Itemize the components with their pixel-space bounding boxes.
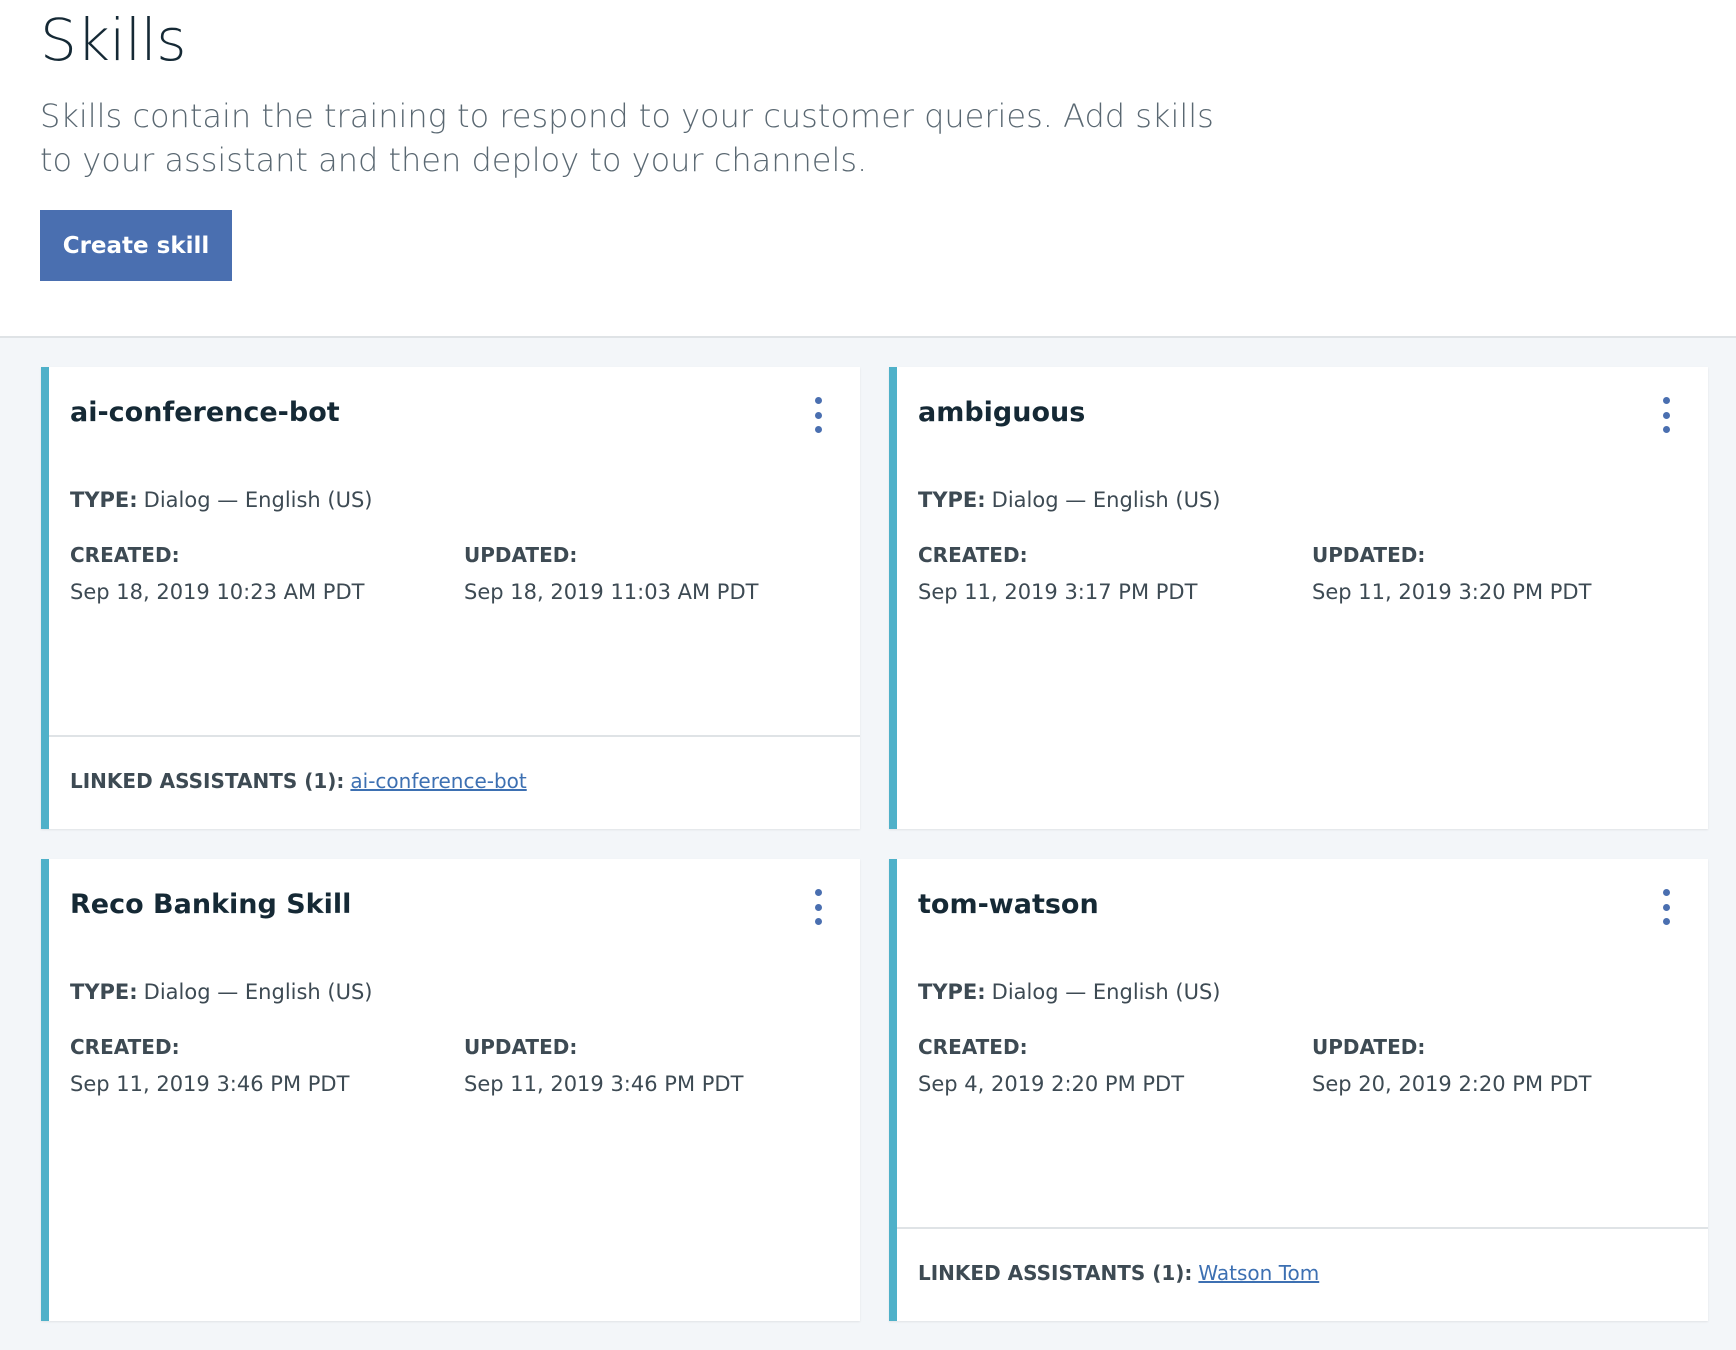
overflow-menu-icon[interactable] — [1656, 887, 1676, 927]
updated-value: Sep 11, 2019 3:20 PM PDT — [1312, 580, 1592, 604]
type-label: TYPE: — [918, 980, 986, 1004]
updated-label: UPDATED: — [1312, 543, 1426, 567]
updated-label: UPDATED: — [464, 1035, 578, 1059]
skill-name[interactable]: ai-conference-bot — [70, 397, 340, 428]
overflow-menu-icon[interactable] — [808, 395, 828, 435]
updated-value: Sep 18, 2019 11:03 AM PDT — [464, 580, 759, 604]
linked-assistant-link[interactable]: Watson Tom — [1198, 1261, 1319, 1285]
skill-name[interactable]: tom-watson — [918, 889, 1099, 920]
type-label: TYPE: — [70, 980, 138, 1004]
created-label: CREATED: — [918, 1035, 1028, 1059]
skill-name[interactable]: Reco Banking Skill — [70, 889, 351, 920]
created-value: Sep 18, 2019 10:23 AM PDT — [70, 580, 365, 604]
linked-assistant-link[interactable]: ai-conference-bot — [350, 769, 526, 793]
type-label: TYPE: — [70, 488, 138, 512]
linked-assistants: LINKED ASSISTANTS (1): Watson Tom — [918, 1261, 1319, 1285]
card-footer: LINKED ASSISTANTS (1): ai-conference-bot — [49, 735, 860, 829]
skill-card[interactable]: Reco Banking Skill TYPE: Dialog — English… — [41, 859, 860, 1321]
linked-assistants: LINKED ASSISTANTS (1): ai-conference-bot — [70, 769, 527, 793]
overflow-menu-icon[interactable] — [1656, 395, 1676, 435]
updated-label: UPDATED: — [464, 543, 578, 567]
created-value: Sep 11, 2019 3:17 PM PDT — [918, 580, 1198, 604]
skill-card[interactable]: tom-watson TYPE: Dialog — English (US) CR… — [889, 859, 1708, 1321]
skill-name[interactable]: ambiguous — [918, 397, 1085, 428]
updated-value: Sep 11, 2019 3:46 PM PDT — [464, 1072, 744, 1096]
created-label: CREATED: — [918, 543, 1028, 567]
updated-label: UPDATED: — [1312, 1035, 1426, 1059]
created-value: Sep 11, 2019 3:46 PM PDT — [70, 1072, 350, 1096]
skill-type: TYPE: Dialog — English (US) — [70, 488, 373, 512]
skill-type: TYPE: Dialog — English (US) — [918, 488, 1221, 512]
created-label: CREATED: — [70, 543, 180, 567]
overflow-menu-icon[interactable] — [808, 887, 828, 927]
created-label: CREATED: — [70, 1035, 180, 1059]
skills-grid: ai-conference-bot TYPE: Dialog — English … — [0, 338, 1736, 1350]
skill-card[interactable]: ai-conference-bot TYPE: Dialog — English … — [41, 367, 860, 829]
card-footer: LINKED ASSISTANTS (1): Watson Tom — [897, 1227, 1708, 1321]
page-title: Skills — [40, 6, 186, 74]
linked-label: LINKED ASSISTANTS (1): — [70, 769, 345, 793]
page-header: Skills Skills contain the training to re… — [0, 0, 1736, 338]
skill-type: TYPE: Dialog — English (US) — [70, 980, 373, 1004]
created-value: Sep 4, 2019 2:20 PM PDT — [918, 1072, 1185, 1096]
skill-type: TYPE: Dialog — English (US) — [918, 980, 1221, 1004]
type-value: Dialog — English (US) — [991, 980, 1221, 1004]
page-description: Skills contain the training to respond t… — [40, 97, 1214, 179]
type-value: Dialog — English (US) — [143, 980, 373, 1004]
type-value: Dialog — English (US) — [991, 488, 1221, 512]
linked-label: LINKED ASSISTANTS (1): — [918, 1261, 1193, 1285]
create-skill-button[interactable]: Create skill — [40, 210, 232, 281]
updated-value: Sep 20, 2019 2:20 PM PDT — [1312, 1072, 1592, 1096]
type-label: TYPE: — [918, 488, 986, 512]
type-value: Dialog — English (US) — [143, 488, 373, 512]
skill-card[interactable]: ambiguous TYPE: Dialog — English (US) CRE… — [889, 367, 1708, 829]
